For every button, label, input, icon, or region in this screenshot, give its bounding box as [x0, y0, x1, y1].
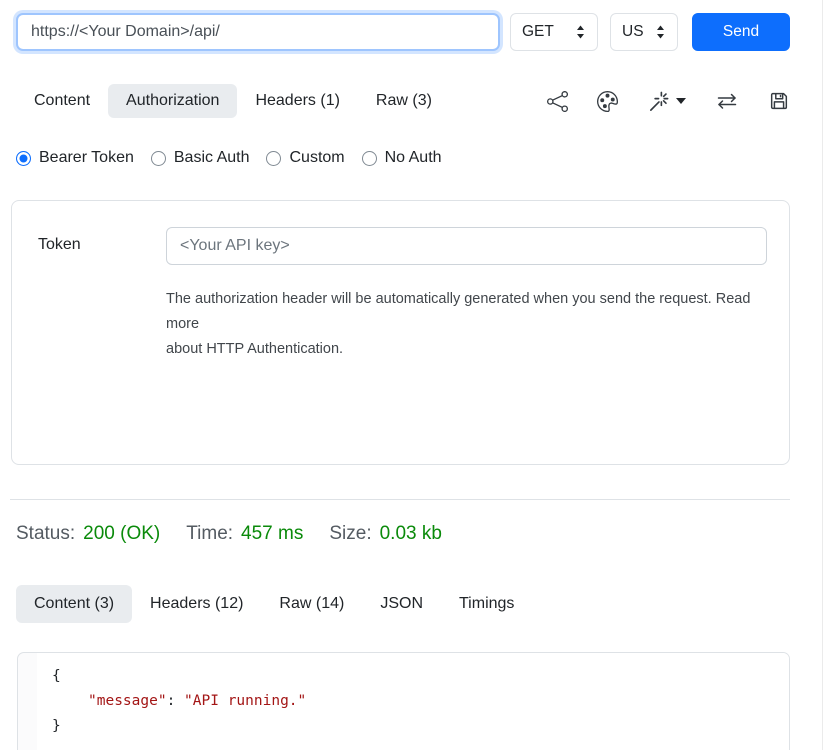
send-button[interactable]: Send — [692, 13, 790, 51]
auth-option-no-auth[interactable]: No Auth — [362, 149, 442, 167]
radio-icon — [362, 151, 377, 166]
tab-content[interactable]: Content — [16, 84, 108, 118]
json-line: { — [52, 664, 789, 689]
auth-option-custom[interactable]: Custom — [266, 149, 344, 167]
radio-selected-icon — [16, 151, 31, 166]
status-code: Status: 200 (OK) — [16, 523, 160, 545]
json-key: "message" — [88, 693, 167, 709]
radio-label: No Auth — [385, 149, 442, 167]
method-select-value: GET — [522, 23, 554, 41]
auth-option-basic-auth[interactable]: Basic Auth — [151, 149, 250, 167]
swap-arrows-icon[interactable] — [715, 90, 739, 112]
radio-label: Bearer Token — [39, 149, 134, 167]
palette-icon[interactable] — [597, 91, 618, 112]
magic-wand-dropdown[interactable] — [647, 90, 686, 113]
updown-caret-icon — [575, 24, 586, 40]
response-json-body: { "message": "API running." } — [37, 653, 789, 750]
radio-label: Custom — [289, 149, 344, 167]
chevron-down-icon — [676, 98, 686, 104]
magic-wand-icon — [647, 90, 670, 113]
updown-caret-icon — [655, 24, 666, 40]
response-tab-raw[interactable]: Raw (14) — [261, 585, 362, 623]
response-body-panel: { "message": "API running." } — [17, 652, 790, 750]
response-tab-content[interactable]: Content (3) — [16, 585, 132, 623]
request-bar: GET US Send — [16, 13, 790, 51]
tab-raw[interactable]: Raw (3) — [358, 84, 450, 118]
api-client-window: GET US Send Content Authorization Header… — [0, 0, 837, 750]
json-value: "API running." — [184, 693, 306, 709]
request-toolbar — [547, 90, 790, 113]
response-time: Time: 457 ms — [186, 523, 303, 545]
json-line: "message": "API running." — [52, 689, 789, 714]
response-status-row: Status: 200 (OK) Time: 457 ms Size: 0.03… — [16, 523, 468, 545]
response-tab-json[interactable]: JSON — [362, 585, 441, 623]
radio-label: Basic Auth — [174, 149, 250, 167]
tab-headers[interactable]: Headers (1) — [237, 84, 357, 118]
section-divider — [10, 499, 790, 500]
token-help-text: The authorization header will be automat… — [166, 287, 767, 362]
page-right-divider — [822, 0, 823, 750]
auth-type-group: Bearer Token Basic Auth Custom No Auth — [16, 149, 442, 167]
response-size: Size: 0.03 kb — [329, 523, 442, 545]
json-line: } — [52, 714, 789, 739]
radio-icon — [266, 151, 281, 166]
response-tab-timings[interactable]: Timings — [441, 585, 532, 623]
save-icon[interactable] — [768, 90, 790, 112]
share-icon[interactable] — [547, 91, 568, 112]
url-input[interactable] — [16, 13, 500, 51]
response-tabs: Content (3) Headers (12) Raw (14) JSON T… — [16, 585, 532, 623]
json-colon: : — [167, 693, 184, 709]
tab-authorization[interactable]: Authorization — [108, 84, 237, 118]
token-label: Token — [38, 227, 166, 362]
radio-icon — [151, 151, 166, 166]
method-select[interactable]: GET — [510, 13, 598, 51]
auth-option-bearer-token[interactable]: Bearer Token — [16, 149, 134, 167]
region-select-value: US — [622, 23, 644, 41]
request-tabs: Content Authorization Headers (1) Raw (3… — [16, 84, 790, 118]
response-tab-headers[interactable]: Headers (12) — [132, 585, 261, 623]
token-input[interactable] — [166, 227, 767, 265]
region-select[interactable]: US — [610, 13, 678, 51]
bearer-token-panel: Token The authorization header will be a… — [11, 200, 790, 465]
